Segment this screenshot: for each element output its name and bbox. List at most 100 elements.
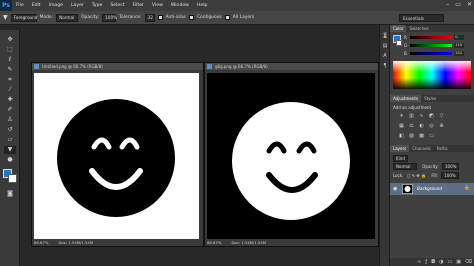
green-slider[interactable] bbox=[409, 44, 453, 47]
anti-alias-checkbox[interactable] bbox=[157, 15, 163, 20]
menu-window[interactable]: Window bbox=[167, 3, 193, 8]
healing-brush-tool-icon[interactable]: ✚ bbox=[4, 96, 16, 104]
link-icon[interactable]: ∞ bbox=[417, 259, 421, 265]
eraser-tool-icon[interactable]: ▱ bbox=[4, 136, 16, 144]
color-balance-icon[interactable]: ⚖ bbox=[408, 123, 415, 130]
properties-icon[interactable]: ▤ bbox=[382, 43, 388, 49]
marquee-tool-icon[interactable]: ⬚ bbox=[4, 46, 16, 54]
menu-select[interactable]: Select bbox=[106, 3, 128, 8]
tab-paths[interactable]: Paths bbox=[434, 145, 451, 152]
quick-select-tool-icon[interactable]: ✎ bbox=[4, 66, 16, 74]
zoom-level[interactable]: 66.67% bbox=[207, 240, 221, 245]
layer-kind-select[interactable]: Kind bbox=[393, 155, 408, 162]
tab-swatches[interactable]: Swatches bbox=[406, 25, 431, 32]
paint-bucket-icon[interactable]: ▼ bbox=[3, 14, 8, 21]
brush-tool-icon[interactable]: ✐ bbox=[4, 106, 16, 114]
brightness-contrast-icon[interactable]: ☀ bbox=[398, 113, 405, 120]
green-input[interactable]: 119 bbox=[454, 43, 464, 48]
invert-icon[interactable]: ◧ bbox=[398, 133, 405, 140]
tab-channels[interactable]: Channels bbox=[409, 145, 434, 152]
fill-input[interactable]: 100% bbox=[441, 172, 459, 179]
menu-edit[interactable]: Edit bbox=[28, 3, 45, 8]
menu-help[interactable]: Help bbox=[193, 3, 211, 8]
blue-slider[interactable] bbox=[409, 52, 453, 55]
eyedropper-tool-icon[interactable]: ⁄ bbox=[4, 86, 16, 94]
document-tab-2[interactable]: g6g.png @ 66.7% (RGB/8) bbox=[205, 63, 378, 70]
posterize-icon[interactable]: ▨ bbox=[408, 133, 415, 140]
new-layer-icon[interactable]: ▣ bbox=[456, 259, 461, 265]
photoshop-window: Ps File Edit Image Layer Type Select Fil… bbox=[0, 0, 474, 266]
tab-adjustments[interactable]: Adjustments bbox=[390, 95, 422, 102]
visibility-eye-icon[interactable]: ◉ bbox=[393, 186, 397, 192]
tab-styles[interactable]: Styles bbox=[421, 95, 439, 102]
layer-opacity-input[interactable]: 100% bbox=[442, 163, 460, 170]
menu-filter[interactable]: Filter bbox=[129, 3, 148, 8]
image-canvas-1[interactable] bbox=[34, 73, 199, 240]
red-slider[interactable] bbox=[409, 36, 453, 39]
fx-icon[interactable]: ƒ bbox=[425, 259, 427, 265]
contiguous-label: Contiguous bbox=[196, 15, 222, 20]
paint-bucket-tool-icon[interactable]: ▼ bbox=[4, 146, 16, 154]
lasso-tool-icon[interactable]: ℓ bbox=[4, 56, 16, 64]
green-slider-row: G 119 bbox=[404, 43, 464, 48]
history-brush-tool-icon[interactable]: ↺ bbox=[4, 126, 16, 134]
history-icon[interactable]: ⌛ bbox=[382, 33, 388, 39]
document-window-2[interactable]: g6g.png @ 66.7% (RGB/8) 66.67% Doc: 1.54M… bbox=[204, 62, 379, 247]
background-color-swatch[interactable] bbox=[8, 174, 17, 183]
document-tab-1[interactable]: Untitled.png @ 66.7% (RGB/8) bbox=[32, 63, 203, 70]
contiguous-checkbox[interactable] bbox=[188, 15, 194, 20]
gradient-map-icon[interactable]: ▭ bbox=[428, 133, 435, 140]
red-input[interactable]: 0 bbox=[454, 35, 464, 40]
anti-alias-label: Anti-alias bbox=[165, 15, 186, 20]
crop-tool-icon[interactable]: ⌗ bbox=[4, 76, 16, 84]
tolerance-input[interactable]: 32 bbox=[144, 13, 155, 22]
vibrance-icon[interactable]: ▽ bbox=[438, 113, 445, 120]
tab-layers[interactable]: Layers bbox=[390, 145, 410, 152]
channel-mixer-icon[interactable]: ⊕ bbox=[438, 123, 445, 130]
menu-view[interactable]: View bbox=[148, 3, 167, 8]
menu-layer[interactable]: Layer bbox=[67, 3, 88, 8]
character-icon[interactable]: A bbox=[382, 53, 388, 59]
move-tool-icon[interactable]: ✥ bbox=[4, 36, 16, 44]
folder-icon[interactable]: ▭ bbox=[447, 259, 452, 265]
close-button[interactable]: ✕ bbox=[467, 1, 472, 8]
document-icon bbox=[207, 64, 212, 69]
trash-icon[interactable]: ⌫ bbox=[465, 259, 472, 265]
color-bg-swatch[interactable] bbox=[396, 40, 402, 46]
lock-icons[interactable]: ▢ ✎ ✥ 🔒 bbox=[407, 173, 426, 178]
mask-icon[interactable]: ◘ bbox=[431, 259, 435, 265]
adjustment-layer-icon[interactable]: ◑ bbox=[439, 259, 443, 265]
layer-row[interactable]: ◉ Background 🔒 bbox=[390, 183, 474, 195]
clone-stamp-tool-icon[interactable]: ♙ bbox=[4, 116, 16, 124]
quick-mask-icon[interactable]: ◙ bbox=[4, 190, 16, 198]
dodge-tool-icon[interactable]: ● bbox=[4, 156, 16, 164]
document-window-1[interactable]: Untitled.png @ 66.7% (RGB/8) 66.67% Doc: … bbox=[31, 62, 204, 247]
hue-saturation-icon[interactable]: ▦ bbox=[398, 123, 405, 130]
mode-select[interactable]: Normal bbox=[56, 13, 79, 22]
levels-icon[interactable]: ▥ bbox=[408, 113, 415, 120]
all-layers-checkbox[interactable] bbox=[224, 15, 230, 20]
workspace-select[interactable]: Essentials bbox=[399, 14, 444, 22]
minimize-button[interactable]: – bbox=[446, 1, 449, 8]
menu-type[interactable]: Type bbox=[88, 3, 107, 8]
maximize-button[interactable]: ▭ bbox=[455, 1, 461, 8]
black-white-icon[interactable]: ◐ bbox=[418, 123, 425, 130]
image-canvas-2[interactable] bbox=[207, 73, 375, 240]
green-label: G bbox=[404, 43, 408, 48]
layer-name[interactable]: Background bbox=[417, 186, 442, 191]
zoom-level[interactable]: 66.67% bbox=[34, 240, 48, 245]
photo-filter-icon[interactable]: ◎ bbox=[428, 123, 435, 130]
menu-image[interactable]: Image bbox=[45, 3, 67, 8]
color-spectrum-bar[interactable] bbox=[393, 61, 471, 89]
tab-color[interactable]: Color bbox=[390, 25, 407, 32]
fill-source-select[interactable]: Foreground bbox=[10, 13, 37, 22]
opacity-input[interactable]: 100% bbox=[102, 13, 117, 22]
blend-mode-select[interactable]: Normal bbox=[393, 163, 417, 170]
blue-input[interactable]: 201 bbox=[454, 51, 464, 56]
menu-file[interactable]: File bbox=[12, 3, 28, 8]
threshold-icon[interactable]: ▩ bbox=[418, 133, 425, 140]
blue-slider-row: B 201 bbox=[404, 51, 464, 56]
curves-icon[interactable]: ∿ bbox=[418, 113, 425, 120]
exposure-icon[interactable]: ◩ bbox=[428, 113, 435, 120]
paragraph-icon[interactable]: ¶ bbox=[382, 63, 388, 69]
